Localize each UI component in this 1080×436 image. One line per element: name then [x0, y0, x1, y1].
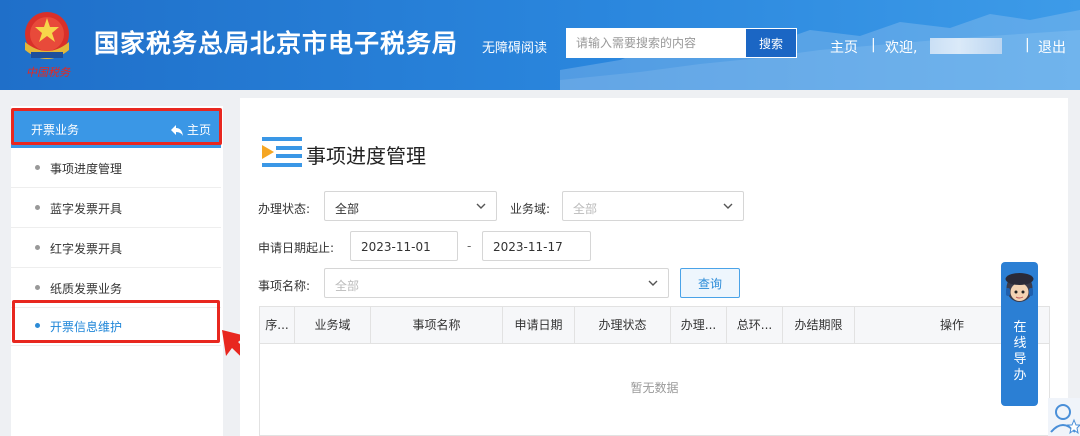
page-title: 事项进度管理	[306, 144, 426, 168]
sidebar: 开票业务 主页 事项进度管理 蓝字发票开具 红字发票开具 纸质发票业务 开票信息…	[11, 106, 223, 436]
online-guide-label: 在线导办	[1013, 320, 1027, 383]
nav-separator: |	[1025, 37, 1030, 53]
date-range-label: 申请日期起止:	[258, 241, 335, 255]
column-header-item-name: 事项名称	[371, 307, 503, 344]
bullet-icon	[35, 285, 40, 290]
domain-select-placeholder: 全部	[573, 202, 598, 216]
chevron-down-icon	[723, 203, 733, 209]
tax-bureau-emblem-icon: 中国税务	[25, 12, 71, 79]
query-button[interactable]: 查询	[680, 268, 740, 298]
item-name-select[interactable]: 全部	[324, 268, 669, 298]
date-start-value: 2023-11-01	[361, 240, 431, 254]
domain-filter-label: 业务域:	[510, 202, 551, 216]
progress-table: 序... 业务域 事项名称 申请日期 办理状态 办理... 总环... 办结期限…	[259, 306, 1050, 436]
nav-home-link[interactable]: 主页	[830, 37, 858, 57]
column-header-handling: 办理...	[671, 307, 727, 344]
item-name-filter-label: 事项名称:	[258, 279, 311, 293]
svg-text:中国税务: 中国税务	[26, 66, 71, 79]
table-header: 序... 业务域 事项名称 申请日期 办理状态 办理... 总环... 办结期限…	[260, 307, 1049, 344]
highlight-box-invoice-info	[12, 300, 220, 343]
status-select-value: 全部	[335, 202, 360, 216]
bullet-icon	[35, 245, 40, 250]
chevron-down-icon	[648, 280, 658, 286]
domain-select[interactable]: 全部	[562, 191, 744, 221]
search-button[interactable]: 搜索	[745, 28, 797, 58]
sidebar-item-label: 事项进度管理	[50, 162, 123, 176]
column-header-deadline: 办结期限	[783, 307, 855, 344]
accessibility-reading-link[interactable]: 无障碍阅读	[482, 37, 547, 56]
status-filter-label: 办理状态:	[258, 202, 311, 216]
sidebar-item-blue-invoice[interactable]: 蓝字发票开具	[11, 188, 221, 228]
sidebar-item-label: 红字发票开具	[50, 242, 123, 256]
column-header-domain: 业务域	[295, 307, 371, 344]
empty-table-message: 暂无数据	[630, 381, 679, 395]
chevron-down-icon	[476, 203, 486, 209]
highlight-box-sidebar-header	[11, 108, 222, 145]
sidebar-item-label: 纸质发票业务	[50, 282, 123, 296]
welcome-text: 欢迎,	[885, 40, 918, 56]
column-header-total-steps: 总环...	[727, 307, 783, 344]
column-header-index: 序...	[260, 307, 295, 344]
bullet-icon	[35, 205, 40, 210]
date-start-input[interactable]: 2023-11-01	[350, 231, 458, 261]
date-range-separator: -	[467, 239, 472, 253]
list-title-icon	[262, 137, 302, 167]
column-header-apply-date: 申请日期	[503, 307, 575, 344]
person-star-icon	[1050, 404, 1080, 435]
sidebar-item-label: 蓝字发票开具	[50, 202, 123, 216]
logout-link[interactable]: 退出	[1038, 37, 1066, 57]
search-input[interactable]	[566, 28, 746, 58]
top-header: 中国税务 国家税务总局北京市电子税务局 无障碍阅读 搜索 主页 | 欢迎, | …	[0, 0, 1080, 90]
site-title: 国家税务总局北京市电子税务局	[94, 29, 459, 58]
bullet-icon	[35, 165, 40, 170]
accessibility-helper-widget[interactable]	[1048, 398, 1080, 436]
status-select[interactable]: 全部	[324, 191, 497, 221]
customer-service-avatar-icon	[1005, 273, 1034, 302]
sidebar-item-red-invoice[interactable]: 红字发票开具	[11, 228, 221, 268]
date-end-value: 2023-11-17	[493, 240, 563, 254]
column-header-status: 办理状态	[575, 307, 671, 344]
nav-separator: |	[871, 37, 876, 53]
date-end-input[interactable]: 2023-11-17	[482, 231, 591, 261]
item-name-placeholder: 全部	[335, 279, 360, 293]
sidebar-item-progress[interactable]: 事项进度管理	[11, 148, 221, 188]
username-redacted	[930, 38, 1002, 54]
